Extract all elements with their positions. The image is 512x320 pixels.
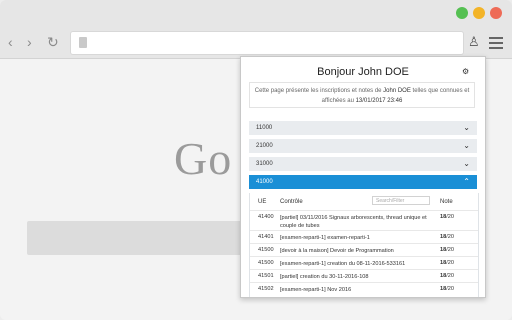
accordion-label: 31000 <box>256 161 273 167</box>
table-row: 41502 [examen-reparti-1] Nov 2016 18/20 <box>250 282 478 296</box>
table-row: 41500 [examen-reparti-1] creation du 08-… <box>250 256 478 270</box>
google-logo: Go <box>174 133 233 184</box>
cell-note: 18/20 <box>440 260 454 266</box>
cell-note: 18/20 <box>440 234 454 240</box>
accordion-21000[interactable]: 21000 ⌄ <box>249 139 477 153</box>
close-button[interactable] <box>490 7 502 19</box>
col-header-controle: Contrôle <box>280 199 303 205</box>
accordion-31000[interactable]: 31000 ⌄ <box>249 157 477 171</box>
chevron-down-icon: ⌄ <box>463 141 470 150</box>
col-header-note: Note <box>440 199 453 205</box>
accordion-label: 11000 <box>256 125 273 131</box>
forward-icon[interactable]: › <box>27 35 32 49</box>
cell-ue: 41500 <box>258 260 274 266</box>
info-name: John DOE <box>383 88 411 94</box>
table-row: 41501 [partiel] creation du 30-11-2016-1… <box>250 269 478 283</box>
info-text: Cette page présente les inscriptions et … <box>254 88 384 94</box>
note-max: /20 <box>446 273 455 279</box>
cell-controle: [examen-reparti-1] Nov 2016 <box>280 287 352 293</box>
cell-ue: 41401 <box>258 234 274 240</box>
cell-note: 18/20 <box>440 247 454 253</box>
cell-controle: [examen-reparti-1] creation du 08-11-201… <box>280 261 406 267</box>
info-text: affichées au <box>321 98 356 104</box>
address-bar[interactable] <box>70 31 464 55</box>
accordion-11000[interactable]: 11000 ⌄ <box>249 121 477 135</box>
accordion-41000[interactable]: 41000 ⌃ <box>249 175 477 189</box>
accordion-label: 21000 <box>256 143 273 149</box>
gear-icon[interactable]: ⚙ <box>462 67 469 76</box>
extension-icon[interactable]: ♙ <box>468 34 482 50</box>
table-row: 41500 [devoir à la maison] Devoir de Pro… <box>250 243 478 257</box>
note-max: /20 <box>446 286 455 292</box>
reload-icon[interactable]: ↻ <box>47 35 59 49</box>
cell-ue: 41400 <box>258 214 274 220</box>
cell-ue: 41500 <box>258 247 274 253</box>
browser-toolbar: ‹ › ↻ ♙ <box>0 0 512 59</box>
note-max: /20 <box>446 247 455 253</box>
search-input[interactable] <box>27 221 267 255</box>
note-max: /20 <box>446 234 455 240</box>
grades-table: UE Contrôle Search/Filter Note 41400 [pa… <box>249 193 479 297</box>
menu-icon[interactable] <box>489 37 503 49</box>
chevron-up-icon: ⌃ <box>463 177 470 186</box>
info-text: telles que connues et <box>410 88 470 94</box>
extension-popup: Bonjour John DOE ⚙ Cette page présente l… <box>240 56 486 298</box>
col-header-ue: UE <box>258 199 267 205</box>
note-max: /20 <box>446 260 455 266</box>
cell-note: 18/20 <box>440 214 454 220</box>
note-max: /20 <box>446 214 455 220</box>
page-icon <box>79 37 87 48</box>
chevron-down-icon: ⌄ <box>463 123 470 132</box>
cell-note: 18/20 <box>440 273 454 279</box>
cell-controle: [partiel] creation du 30-11-2016-108 <box>280 274 369 280</box>
cell-controle: [devoir à la maison] Devoir de Programma… <box>280 248 394 254</box>
info-date: 13/01/2017 23:46 <box>355 98 403 104</box>
table-row: 41400 [partiel] 03/11/2016 Signaux arbor… <box>250 210 478 231</box>
minimize-button[interactable] <box>473 7 485 19</box>
popup-title: Bonjour John DOE <box>317 66 409 78</box>
accordion-label: 41000 <box>256 179 273 185</box>
chevron-down-icon: ⌄ <box>463 159 470 168</box>
table-row: 41401 [examen-reparti-1] examen-reparti-… <box>250 230 478 244</box>
cell-controle: [partiel] 03/11/2016 Signaux arborescent… <box>280 215 427 229</box>
cell-ue: 41501 <box>258 273 274 279</box>
cell-controle: [examen-reparti-1] examen-reparti-1 <box>280 235 370 241</box>
screenshot-frame: ‹ › ↻ ♙ Go Bonjour John DOE ⚙ Cette page… <box>0 0 512 320</box>
maximize-button[interactable] <box>456 7 468 19</box>
cell-ue: 41502 <box>258 286 274 292</box>
back-icon[interactable]: ‹ <box>8 35 13 49</box>
cell-note: 18/20 <box>440 286 454 292</box>
filter-input[interactable]: Search/Filter <box>372 196 430 205</box>
info-box: Cette page présente les inscriptions et … <box>249 82 475 108</box>
